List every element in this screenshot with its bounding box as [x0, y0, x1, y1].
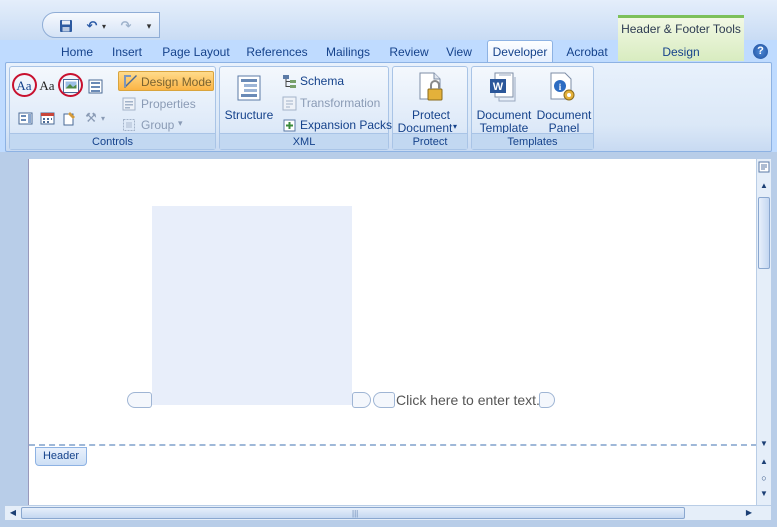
scroll-up-icon[interactable]: ▲	[757, 179, 771, 193]
xml-group-label: XML	[220, 133, 388, 149]
protect-document-icon[interactable]	[415, 71, 447, 103]
tab-design[interactable]: Design	[618, 42, 744, 64]
content-control-start-tag[interactable]	[127, 392, 152, 408]
ruler-toggle-icon[interactable]	[757, 161, 771, 175]
design-mode-label: Design Mode	[141, 75, 212, 89]
document-template-icon[interactable]: W	[486, 71, 518, 103]
customize-icon[interactable]: ▾	[143, 17, 155, 35]
structure-button[interactable]: Structure	[224, 109, 274, 122]
next-page-icon[interactable]: ▼	[757, 487, 771, 501]
templates-group: W Document Template i Document Panel Tem…	[471, 66, 594, 150]
properties-button[interactable]: Properties	[141, 97, 196, 111]
title-bar: ↶ ▾ ↷ ▾ Header & Footer Tools	[0, 0, 777, 61]
scroll-grip-icon: |||	[352, 509, 359, 518]
templates-group-label: Templates	[472, 133, 593, 149]
controls-group-label: Controls	[10, 133, 215, 149]
combo-box-icon[interactable]	[16, 109, 34, 127]
legacy-tools-icon[interactable]	[60, 109, 78, 127]
properties-icon	[120, 95, 138, 113]
text-control-end-tag[interactable]	[539, 392, 555, 408]
horizontal-scroll-thumb[interactable]: |||	[21, 507, 685, 519]
browse-object-icon[interactable]: ○	[757, 471, 771, 485]
document-area: Click here to enter text. Header ▲ ▼ ▲ ○…	[0, 152, 777, 527]
text-control-start-tag[interactable]	[373, 392, 395, 408]
scroll-right-icon[interactable]: ▶	[742, 506, 756, 520]
redo-icon[interactable]: ↷	[117, 17, 135, 35]
header-tab[interactable]: Header	[35, 447, 87, 466]
xml-group: Structure Schema Transformation Expansio…	[219, 66, 392, 150]
design-mode-button[interactable]: Design Mode	[118, 71, 214, 91]
header-divider	[29, 444, 757, 446]
structure-icon[interactable]	[234, 73, 264, 103]
expansion-packs-button[interactable]: Expansion Packs	[300, 118, 392, 132]
contextual-title: Header & Footer Tools	[621, 22, 741, 36]
protect-dropdown-icon[interactable]: ▾	[453, 122, 457, 131]
quick-access-toolbar: ↶ ▾ ↷ ▾	[42, 12, 160, 38]
date-picker-icon[interactable]	[38, 109, 56, 127]
expansion-packs-icon	[280, 116, 298, 134]
scroll-down-icon[interactable]: ▼	[757, 437, 771, 451]
tab-references[interactable]: References	[242, 42, 312, 64]
document-panel-icon[interactable]: i	[546, 71, 578, 103]
group-icon	[120, 116, 138, 134]
horizontal-scrollbar[interactable]: ◀ ||| ▶	[5, 505, 771, 520]
protect-group-label: Protect	[393, 133, 467, 149]
tab-page-layout[interactable]: Page Layout	[158, 42, 234, 64]
group-button[interactable]: Group	[141, 118, 174, 132]
tab-mailings[interactable]: Mailings	[320, 42, 376, 64]
vertical-scroll-thumb[interactable]	[758, 197, 770, 269]
document-page[interactable]: Click here to enter text. Header	[28, 159, 757, 505]
undo-dropdown-icon[interactable]: ▾	[99, 17, 109, 35]
controls-group: Aa Aa ⚒ ▾ Design Mode Properties Group ▾…	[9, 66, 216, 150]
transformation-icon	[280, 94, 298, 112]
transformation-button[interactable]: Transformation	[300, 96, 380, 110]
ribbon: Aa Aa ⚒ ▾ Design Mode Properties Group ▾…	[5, 62, 772, 152]
tools-dropdown-icon[interactable]: ▾	[98, 109, 108, 127]
text-content-control[interactable]: Click here to enter text.	[396, 392, 540, 408]
help-icon[interactable]: ?	[753, 44, 768, 59]
previous-page-icon[interactable]: ▲	[757, 455, 771, 469]
content-control-end-tag[interactable]	[352, 392, 371, 408]
tab-review[interactable]: Review	[386, 42, 432, 64]
design-mode-icon	[121, 72, 139, 90]
protect-group: Protect Document ▾ Protect	[392, 66, 468, 150]
svg-text:W: W	[493, 81, 504, 93]
plain-text-control-icon[interactable]: Aa	[38, 77, 56, 95]
tab-developer[interactable]: Developer	[487, 40, 553, 64]
tab-insert[interactable]: Insert	[106, 42, 148, 64]
highlight-ring-picture	[58, 73, 83, 97]
save-icon[interactable]	[57, 17, 75, 35]
building-block-icon[interactable]	[86, 77, 104, 95]
ribbon-tab-bar: Home Insert Page Layout References Maili…	[0, 40, 777, 64]
tab-home[interactable]: Home	[55, 42, 99, 64]
tab-view[interactable]: View	[440, 42, 478, 64]
schema-icon	[280, 72, 298, 90]
scroll-left-icon[interactable]: ◀	[6, 506, 20, 520]
vertical-scrollbar[interactable]: ▲ ▼ ▲ ○ ▼	[756, 159, 771, 505]
schema-button[interactable]: Schema	[300, 74, 344, 88]
group-dropdown-icon[interactable]: ▾	[178, 118, 183, 129]
picture-content-control[interactable]	[152, 206, 352, 405]
highlight-ring-rich-text	[12, 73, 37, 97]
tab-acrobat[interactable]: Acrobat	[561, 42, 613, 64]
